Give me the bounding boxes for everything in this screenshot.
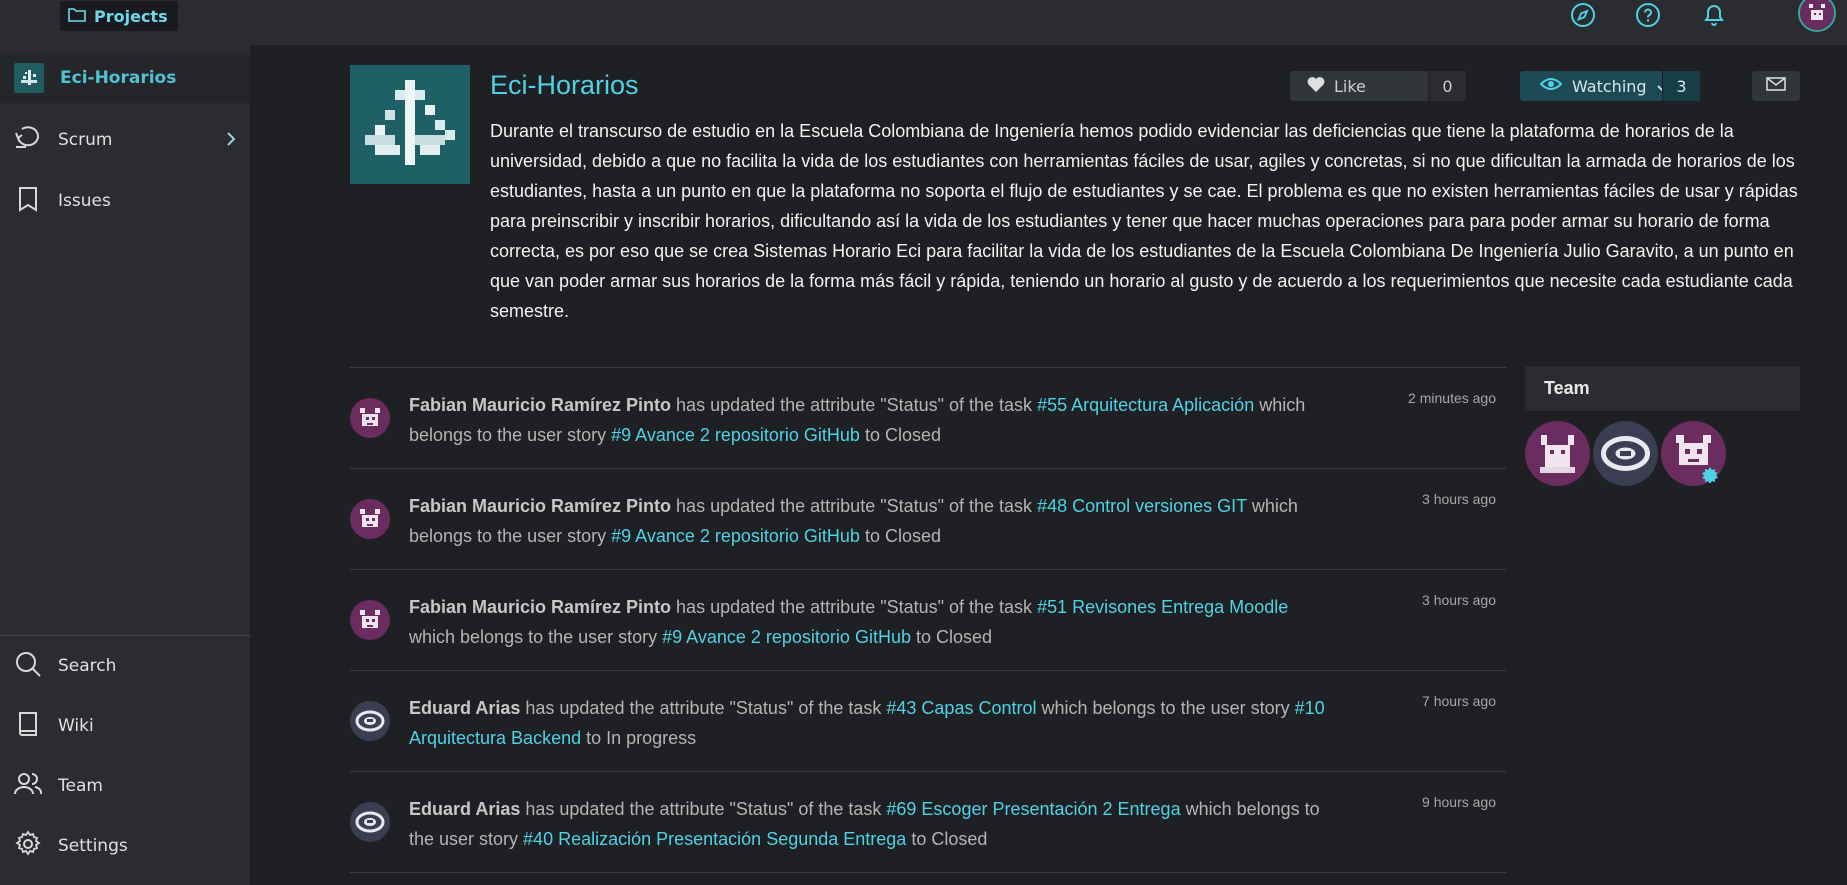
timeline-text: to Closed: [859, 425, 941, 445]
timeline-entry: Eduard Arias has updated the attribute "…: [350, 772, 1506, 873]
sidebar-item-search[interactable]: Search: [0, 641, 250, 691]
timeline-text: has updated the attribute "Status" of th…: [671, 496, 1038, 516]
timeline-entry: Eduard Arias has updated the attribute "…: [350, 671, 1506, 772]
sidebar-divider: [0, 635, 250, 636]
sidebar-item-scrum[interactable]: Scrum: [0, 115, 250, 165]
user-name-link[interactable]: Fabian Mauricio Ramírez Pinto: [409, 395, 671, 415]
user-story-link[interactable]: #40 Realización Presentación Segunda Ent…: [523, 829, 906, 849]
timeline-text: to Closed: [906, 829, 988, 849]
user-name-link[interactable]: Fabian Mauricio Ramírez Pinto: [409, 597, 671, 617]
sidebar-item-team[interactable]: Team: [0, 761, 250, 811]
heart-icon: [1306, 75, 1326, 97]
task-link[interactable]: #51 Revisones Entrega Moodle: [1037, 597, 1288, 617]
task-link[interactable]: #69 Escoger Presentación 2 Entrega: [886, 799, 1180, 819]
eye-icon: [1539, 76, 1563, 96]
timeline-entry: Fabian Mauricio Ramírez Pinto has update…: [350, 368, 1506, 469]
top-bar: Projects: [0, 0, 1847, 45]
sidebar-item-wiki[interactable]: Wiki: [0, 701, 250, 751]
user-avatar[interactable]: [350, 802, 390, 842]
user-story-link[interactable]: #9 Avance 2 repositorio GitHub: [662, 627, 911, 647]
project-name: Eci-Horarios: [60, 68, 177, 88]
like-label: Like: [1334, 76, 1366, 96]
timestamp: 2 minutes ago: [1408, 390, 1496, 406]
sidebar-item-issues[interactable]: Issues: [0, 176, 250, 226]
sidebar-item-label: Settings: [58, 836, 128, 856]
timeline-entry-text: Eduard Arias has updated the attribute "…: [409, 794, 1329, 854]
team-title: Team: [1544, 378, 1590, 398]
projects-button[interactable]: Projects: [60, 1, 178, 31]
bookmark-icon: [14, 185, 42, 218]
sidebar-item-label: Wiki: [58, 716, 94, 736]
timeline-text: has updated the attribute "Status" of th…: [520, 698, 887, 718]
mail-icon: [1766, 76, 1786, 96]
search-icon: [14, 650, 42, 683]
user-avatar[interactable]: [350, 600, 390, 640]
project-title: Eci-Horarios: [490, 70, 639, 100]
project-logo: [350, 65, 470, 184]
like-count: 0: [1428, 71, 1466, 101]
timeline-text: which belongs to the user story: [1036, 698, 1295, 718]
like-button[interactable]: Like 0: [1290, 71, 1466, 101]
user-story-link[interactable]: #9 Avance 2 repositorio GitHub: [611, 425, 860, 445]
chevron-right-icon: [226, 131, 236, 152]
timeline-entry-text: Eduard Arias has updated the attribute "…: [409, 693, 1329, 753]
watch-count: 3: [1662, 71, 1700, 101]
team-icon: [14, 770, 43, 803]
task-link[interactable]: #48 Control versiones GIT: [1037, 496, 1247, 516]
user-avatar[interactable]: [350, 499, 390, 539]
timeline-entry: Fabian Mauricio Ramírez Pinto has update…: [350, 570, 1506, 671]
user-name-link[interactable]: Eduard Arias: [409, 698, 520, 718]
timeline-entry-text: Fabian Mauricio Ramírez Pinto has update…: [409, 390, 1329, 450]
sidebar-item-project[interactable]: Eci-Horarios: [0, 53, 250, 103]
timeline-text: has updated the attribute "Status" of th…: [671, 597, 1038, 617]
project-description: Durante el transcurso de estudio en la E…: [490, 121, 1798, 321]
contact-button[interactable]: [1752, 71, 1800, 101]
timestamp: 7 hours ago: [1422, 693, 1496, 709]
team-member-avatar[interactable]: [1525, 421, 1590, 486]
sidebar-item-label: Team: [58, 776, 103, 796]
gear-icon: [14, 829, 42, 863]
task-link[interactable]: #55 Arquitectura Aplicación: [1037, 395, 1254, 415]
sidebar-item-label: Search: [58, 656, 117, 676]
sidebar-item-label: Issues: [58, 191, 111, 211]
timeline-text: to In progress: [581, 728, 697, 748]
watch-button[interactable]: Watching 3: [1520, 71, 1700, 101]
admin-badge-icon: [1702, 467, 1718, 484]
timeline-entry: Fabian Mauricio Ramírez Pinto has update…: [350, 469, 1506, 570]
timeline-text: which belongs to the user story: [409, 627, 663, 647]
timeline-text: to Closed: [910, 627, 993, 647]
timeline-text: has updated the attribute "Status" of th…: [520, 799, 887, 819]
timestamp: 3 hours ago: [1422, 491, 1496, 507]
user-avatar[interactable]: [350, 701, 390, 741]
user-avatar[interactable]: [350, 398, 390, 438]
user-name-link[interactable]: Fabian Mauricio Ramírez Pinto: [409, 496, 671, 516]
bell-icon[interactable]: [1699, 0, 1729, 30]
timeline-text: has updated the attribute "Status" of th…: [671, 395, 1038, 415]
project-logo-icon: [14, 63, 44, 93]
user-avatar[interactable]: [1798, 0, 1836, 32]
sidebar: Eci-Horarios Scrum Issues Search Wiki Te…: [0, 45, 250, 885]
watch-label: Watching: [1572, 76, 1647, 96]
timeline-entry-text: Fabian Mauricio Ramírez Pinto has update…: [409, 491, 1329, 551]
folder-icon: [68, 6, 86, 26]
projects-label: Projects: [94, 6, 168, 26]
task-link[interactable]: #43 Capas Control: [886, 698, 1036, 718]
timestamp: 9 hours ago: [1422, 794, 1496, 810]
user-name-link[interactable]: Eduard Arias: [409, 799, 520, 819]
compass-icon[interactable]: [1568, 0, 1598, 30]
timeline-entry-text: Fabian Mauricio Ramírez Pinto has update…: [409, 592, 1329, 652]
help-icon[interactable]: [1633, 0, 1663, 30]
sidebar-item-settings[interactable]: Settings: [0, 821, 250, 871]
sidebar-item-label: Scrum: [58, 130, 113, 150]
team-member-avatar[interactable]: [1593, 421, 1658, 486]
scrum-icon: [14, 125, 42, 156]
timeline-text: to Closed: [859, 526, 941, 546]
team-header: Team: [1525, 366, 1800, 411]
timestamp: 3 hours ago: [1422, 592, 1496, 608]
user-story-link[interactable]: #9 Avance 2 repositorio GitHub: [611, 526, 860, 546]
book-icon: [14, 710, 42, 743]
